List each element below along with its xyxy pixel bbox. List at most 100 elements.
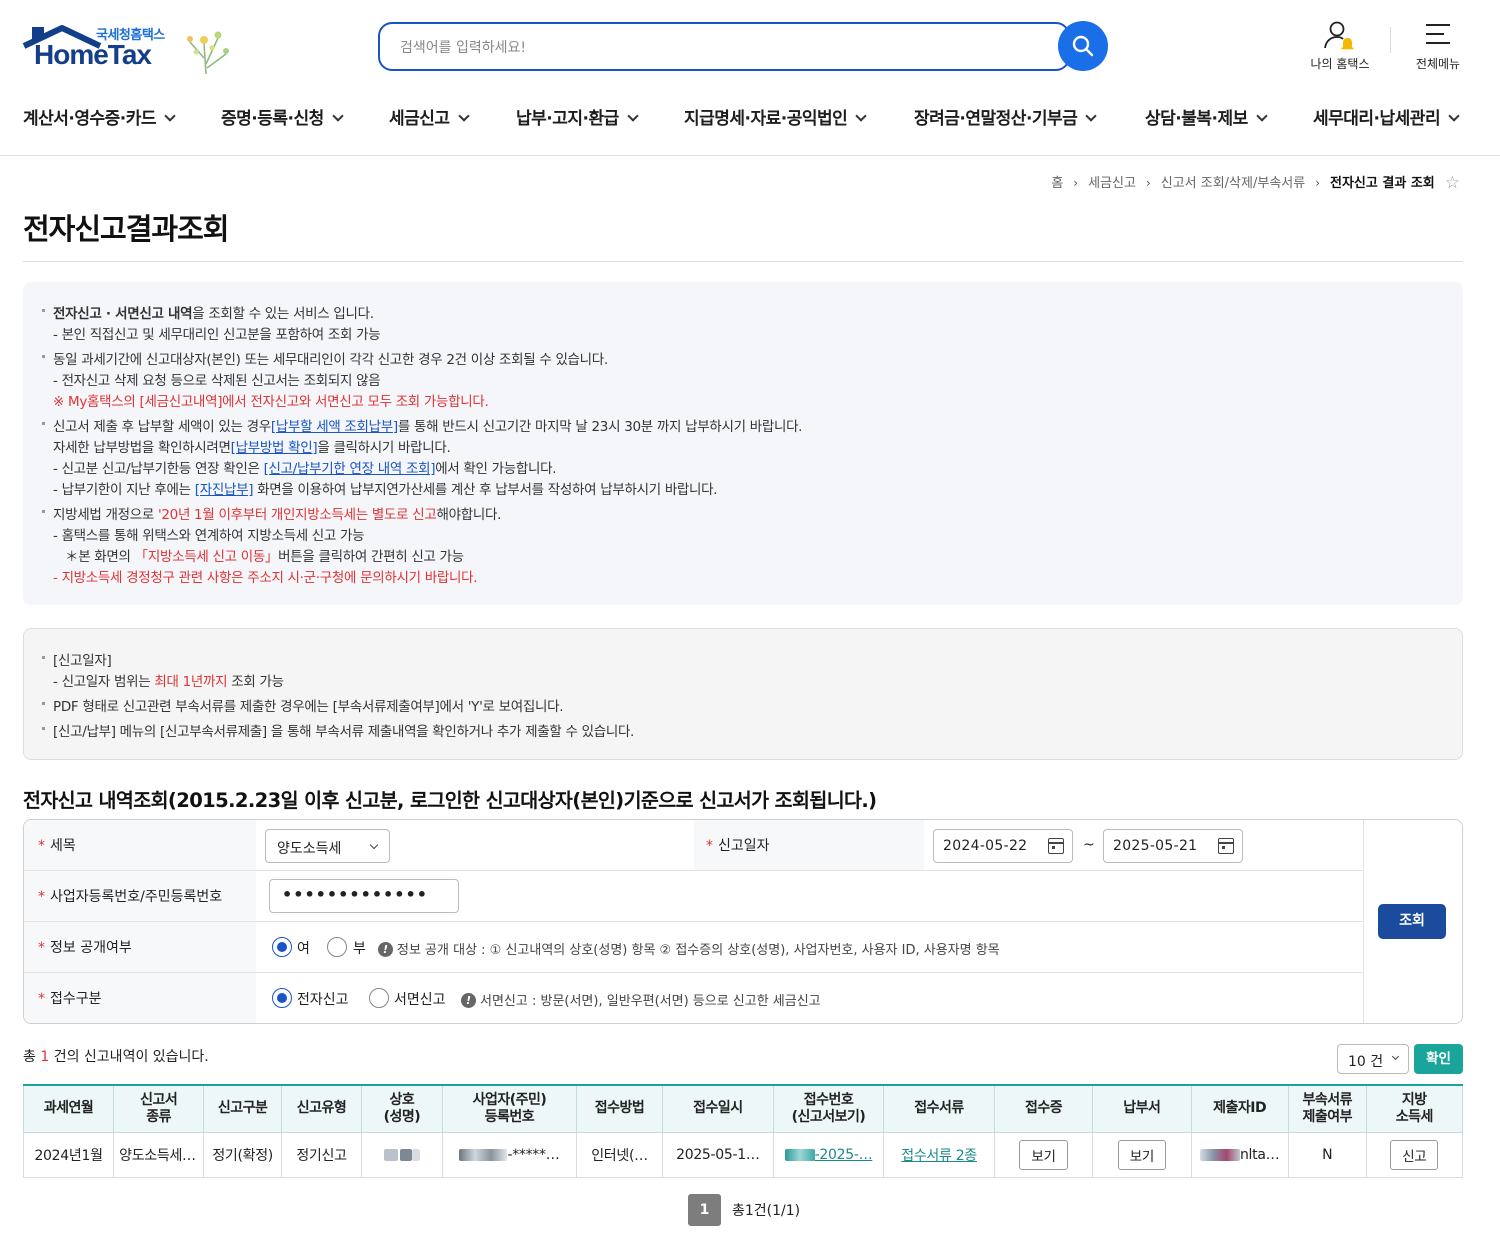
- page-number-current[interactable]: 1: [688, 1194, 721, 1226]
- guide-line: PDF 형태로 신고관련 부속서류를 제출한 경우에는 [부속서류제출여부]에서…: [41, 695, 564, 715]
- col-header: 신고서 종류: [113, 1084, 205, 1133]
- breadcrumb-tax-filing[interactable]: 세금신고: [1088, 176, 1136, 191]
- extension-link[interactable]: [신고/납부기한 연장 내역 조회]: [264, 461, 436, 477]
- view-payment-button[interactable]: 보기: [1117, 1139, 1166, 1170]
- global-nav: 계산서·영수증·카드 증명·등록·신청 세금신고 납부·고지·환급 지급명세·자…: [0, 92, 1500, 156]
- redacted-block: [1199, 1148, 1240, 1161]
- page-size-confirm-button[interactable]: 확인: [1414, 1044, 1463, 1074]
- reg-number-input[interactable]: •••••••••••••: [269, 879, 459, 913]
- guide-line-notice: ※ My홈택스의 [세금신고내역]에서 전자신고와 서면신고 모두 조회 가능합…: [53, 394, 489, 410]
- cell-type: 정기신고: [281, 1131, 362, 1178]
- breadcrumb-separator-icon: ›: [1145, 176, 1151, 190]
- tax-type-label: 세목: [24, 820, 256, 870]
- cell-reg-number: -*****…: [441, 1131, 578, 1178]
- breadcrumb-home[interactable]: 홈: [1051, 176, 1063, 191]
- guide-line: - 납부기한이 지난 후에는 [자진납부] 화면을 이용하여 납부지연가산세를 …: [53, 482, 718, 498]
- guide-line: - 홈택스를 통해 위택스와 연계하여 지방소득세 신고 가능: [53, 528, 365, 544]
- form-row-tax: 세목 양도소득세 신고일자 2024-05-22 ~ 2025-05-21: [24, 820, 1363, 871]
- col-header: 접수증: [993, 1084, 1094, 1133]
- nav-item-incentive[interactable]: 장려금·연말정산·기부금: [914, 104, 1097, 129]
- cell-attach: N: [1287, 1131, 1367, 1178]
- nav-item-statements[interactable]: 지급명세·자료·공익법인: [684, 104, 867, 129]
- receipt-paper-label[interactable]: 서면신고: [394, 989, 446, 1009]
- disclose-yes-label[interactable]: 여: [297, 938, 310, 958]
- pay-method-link[interactable]: [납부방법 확인]: [231, 440, 318, 456]
- cell-period: 2024년1월: [22, 1131, 115, 1178]
- hometax-logo[interactable]: 국세청홈택스 HomeTax: [22, 22, 242, 78]
- breadcrumb-inquiry[interactable]: 신고서 조회/삭제/부속서류: [1161, 176, 1305, 191]
- receipt-note: ! 서면신고 : 방문(서면), 일반우편(서면) 등으로 신고한 세금신고: [461, 990, 821, 1009]
- cell-receipt-number: -2025-…: [772, 1131, 885, 1178]
- col-header: 접수방법: [576, 1084, 664, 1133]
- col-header: 접수일시: [662, 1084, 774, 1133]
- col-header: 접수번호 (신고서보기): [772, 1084, 885, 1133]
- nav-item-certificate[interactable]: 증명·등록·신청: [221, 104, 344, 129]
- search-button[interactable]: [1058, 21, 1108, 71]
- table-header-row: 과세연월 신고서 종류 신고구분 신고유형 상호 (성명) 사업자(주민) 등록…: [22, 1084, 1464, 1133]
- col-header: 신고유형: [281, 1084, 362, 1133]
- page-size-select[interactable]: 10 건: [1337, 1044, 1409, 1074]
- guide-line: - 전자신고 삭제 요청 등으로 삭제된 신고서는 조회되지 않음: [53, 373, 381, 389]
- col-header: 납부서: [1092, 1084, 1192, 1133]
- my-hometax-button[interactable]: 나의 홈택스: [1300, 20, 1380, 74]
- col-header: 부속서류 제출여부: [1287, 1084, 1367, 1133]
- col-header: 상호 (성명): [360, 1084, 443, 1133]
- guide-line: 지방세법 개정으로 '20년 1월 이후부터 개인지방소득세는 별도로 신고해야…: [41, 503, 501, 523]
- cell-kind: 양도소득세 …: [113, 1131, 205, 1178]
- receipt-type-label: 접수구분: [24, 973, 256, 1023]
- redacted-block: [784, 1148, 815, 1161]
- search-submit-button[interactable]: 조회: [1378, 904, 1446, 939]
- info-icon: !: [378, 942, 393, 957]
- chevron-down-icon: [369, 840, 379, 850]
- result-count: 총 1 건의 신고내역이 있습니다.: [23, 1049, 209, 1065]
- search-form: 세목 양도소득세 신고일자 2024-05-22 ~ 2025-05-21 사업…: [23, 819, 1463, 1024]
- breadcrumb-separator-icon: ›: [1315, 176, 1321, 190]
- nav-item-consult[interactable]: 상담·불복·제보: [1145, 104, 1268, 129]
- page-summary: 총1건(1/1): [732, 1203, 801, 1219]
- guide-line: [신고일자]: [41, 649, 112, 669]
- receipt-number-link[interactable]: -2025-…: [815, 1147, 873, 1163]
- receipt-paper-radio[interactable]: [369, 988, 389, 1008]
- nav-item-payment[interactable]: 납부·고지·환급: [516, 104, 639, 129]
- nav-item-invoice[interactable]: 계산서·영수증·카드: [23, 104, 176, 129]
- search-input[interactable]: 검색어를 입력하세요!: [378, 22, 1070, 71]
- tax-type-select[interactable]: 양도소득세: [265, 829, 390, 863]
- chevron-down-icon: [332, 110, 344, 122]
- guide-line: [신고/납부] 메뉴의 [신고부속서류제출] 을 통해 부속서류 제출내역을 확…: [41, 720, 634, 740]
- redacted-block: [411, 1148, 420, 1161]
- favorite-star-icon[interactable]: ☆: [1445, 173, 1460, 193]
- breadcrumb-current: 전자신고 결과 조회: [1330, 176, 1435, 191]
- user-bell-icon: [1324, 21, 1354, 50]
- pay-tax-link[interactable]: [납부할 세액 조회납부]: [271, 419, 398, 435]
- disclose-no-label[interactable]: 부: [353, 938, 366, 958]
- calendar-icon[interactable]: [1218, 838, 1234, 854]
- nav-item-agent[interactable]: 세무대리·납세관리: [1313, 104, 1460, 129]
- search-placeholder: 검색어를 입력하세요!: [400, 40, 526, 56]
- col-header: 사업자(주민) 등록번호: [441, 1084, 578, 1133]
- chevron-down-icon: [1256, 110, 1268, 122]
- filing-date-label: 신고일자: [694, 820, 924, 870]
- local-tax-file-button[interactable]: 신고: [1390, 1139, 1439, 1170]
- all-menu-button[interactable]: 전체메뉴: [1398, 20, 1478, 74]
- guide-box: 전자신고 · 서면신고 내역을 조회할 수 있는 서비스 입니다. - 본인 직…: [23, 282, 1463, 605]
- date-to-field[interactable]: 2025-05-21: [1103, 829, 1243, 863]
- view-receipt-button[interactable]: 보기: [1019, 1139, 1068, 1170]
- receipt-electronic-label[interactable]: 전자신고: [297, 989, 349, 1009]
- date-from-field[interactable]: 2024-05-22: [933, 829, 1073, 863]
- disclose-yes-radio[interactable]: [272, 937, 292, 957]
- self-payment-link[interactable]: [자진납부]: [195, 482, 254, 498]
- logo-title: HomeTax: [34, 39, 152, 70]
- receipt-docs-link[interactable]: 접수서류 2종: [901, 1148, 977, 1164]
- redacted-block: [383, 1148, 398, 1161]
- nav-item-tax-filing[interactable]: 세금신고: [389, 104, 470, 129]
- calendar-icon[interactable]: [1048, 838, 1064, 854]
- disclose-no-radio[interactable]: [327, 937, 347, 957]
- receipt-electronic-radio[interactable]: [272, 988, 292, 1008]
- col-header: 지방 소득세: [1365, 1084, 1464, 1133]
- chevron-down-icon: [164, 110, 176, 122]
- section-title: 전자신고 내역조회(2015.2.23일 이후 신고분, 로그인한 신고대상자(…: [23, 789, 877, 812]
- date-guide-box: [신고일자] - 신고일자 범위는 최대 1년까지 조회 가능 PDF 형태로 …: [23, 628, 1463, 760]
- flower-decoration-icon: [187, 31, 229, 75]
- chevron-down-icon: [1448, 110, 1460, 122]
- cell-payment: 보기: [1092, 1131, 1192, 1178]
